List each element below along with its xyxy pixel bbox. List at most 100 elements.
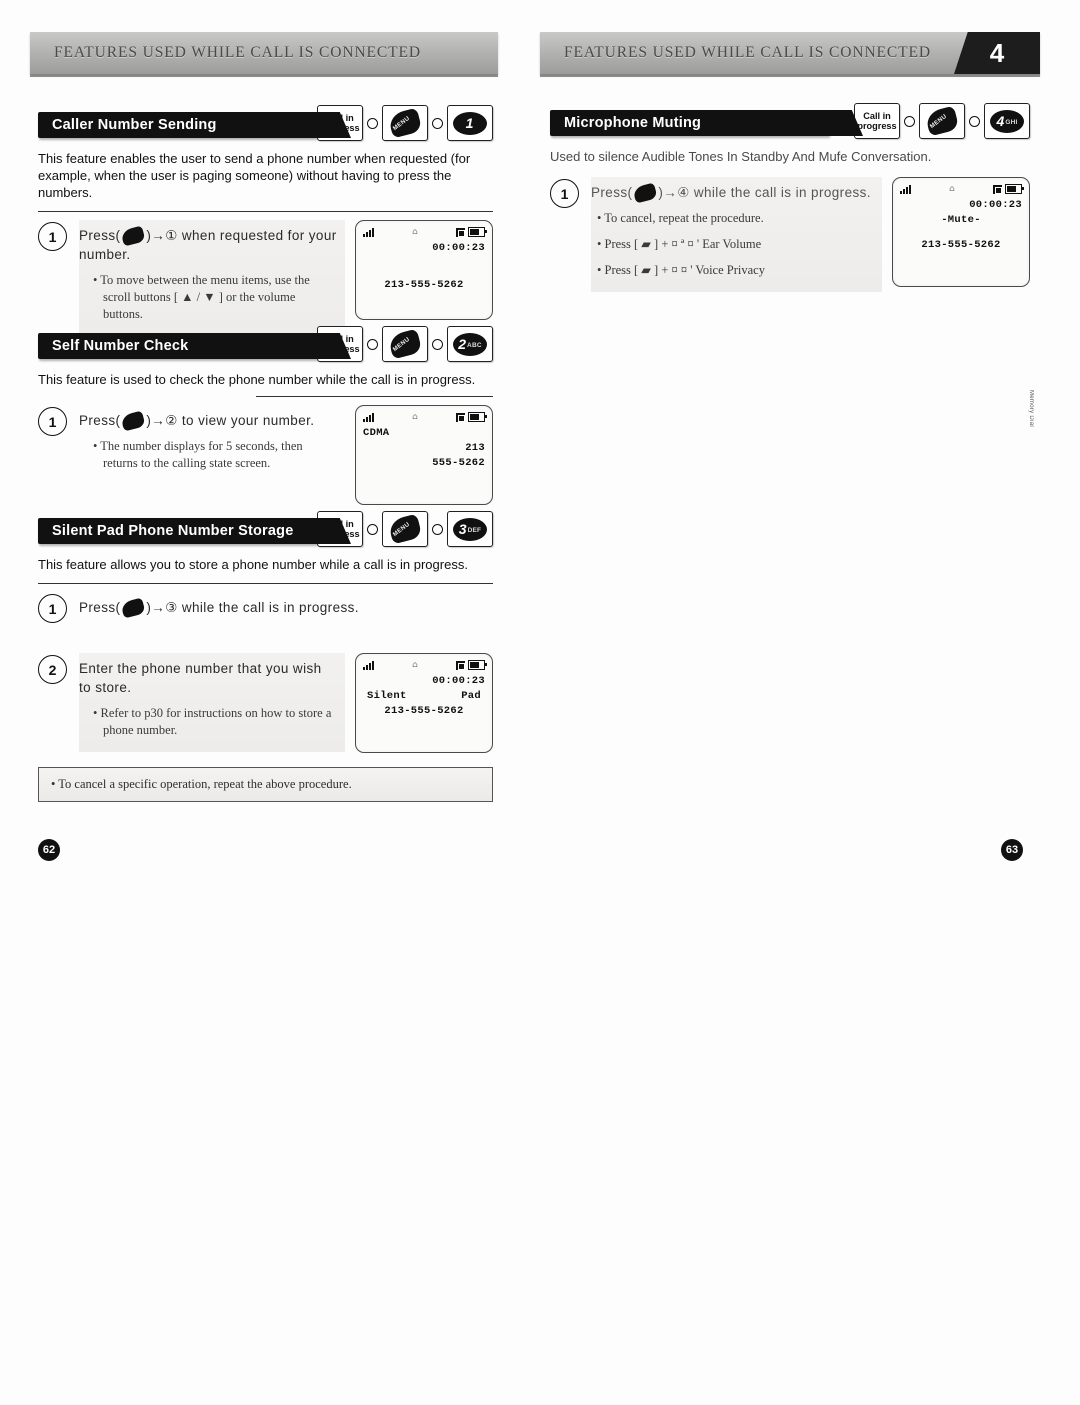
- key-menu: [382, 105, 428, 141]
- running-header-title-right: FEATURES USED WHILE CALL IS CONNECTED: [564, 44, 931, 61]
- signal-bars-icon: [363, 227, 374, 237]
- key-connector-icon: [432, 338, 443, 350]
- numeric-key-icon: 3 DEF: [453, 517, 487, 541]
- menu-key-icon: [120, 410, 147, 432]
- section-caller-number-sending: Caller Number Sending Call in progress: [38, 105, 493, 336]
- phone-screen-caller-number-sending: ⌂ 00:00:23 213-555-5262: [355, 220, 493, 320]
- section-header-row: Self Number Check Call in progress: [38, 326, 493, 362]
- step-number: 1: [38, 222, 67, 251]
- step-number: 1: [38, 407, 67, 436]
- key-menu: [382, 326, 428, 362]
- key-connector-icon: [367, 117, 378, 129]
- battery-icon: [468, 412, 487, 422]
- lcd-phone-number: 555-5262: [432, 457, 485, 469]
- lcd-status-bar: ⌂: [363, 226, 487, 238]
- signal-bars-icon: [900, 184, 911, 194]
- step-body: Press()→① when requested for your number…: [79, 220, 345, 336]
- step-instruction: Press()→① when requested for your number…: [79, 225, 337, 264]
- phone-screen-silent-pad: ⌂ 00:00:23 Silent Pad 213-555-5262: [355, 653, 493, 753]
- section-self-number-check: Self Number Check Call in progress: [38, 326, 493, 505]
- step-bullets: • To move between the menu items, use th…: [79, 272, 337, 323]
- section-description: This feature allows you to store a phone…: [38, 557, 468, 572]
- numeric-key-icon: 4 GHI: [990, 109, 1024, 133]
- section-silent-pad-phone-number-storage: Silent Pad Phone Number Storage Call in …: [38, 511, 493, 802]
- running-header-left: FEATURES USED WHILE CALL IS CONNECTED: [30, 32, 498, 74]
- numeric-key-icon: 2 ABC: [453, 332, 487, 356]
- lcd-mute-indicator: -Mute-: [941, 214, 981, 226]
- section-description: This feature enables the user to send a …: [38, 151, 471, 200]
- step-instruction: Enter the phone number that you wish to …: [79, 661, 322, 695]
- section-header-row: Silent Pad Phone Number Storage Call in …: [38, 511, 493, 547]
- step-bullets: • Refer to p30 for instructions on how t…: [79, 705, 337, 739]
- section-header-row: Caller Number Sending Call in progress: [38, 105, 493, 141]
- menu-key-icon: [387, 513, 423, 545]
- step-body: Press()→④ while the call is in progress.…: [591, 177, 882, 292]
- page-footer-note: • To cancel a specific operation, repeat…: [38, 767, 493, 802]
- phone-screen-self-number-check: ⌂ CDMA 213 555-5262: [355, 405, 493, 505]
- bullet-item: • Press [ ▰ ] + ¤ ¤ ' Voice Privacy: [597, 263, 765, 277]
- key-digit-3: 3 DEF: [447, 511, 493, 547]
- step-body: Press()→③ while the call is in progress.: [79, 592, 493, 627]
- step-row: 1 Press()→① when requested for your numb…: [38, 220, 493, 336]
- numeric-key-icon: 1: [453, 111, 487, 135]
- menu-key-icon: [120, 225, 147, 247]
- lcd-status-bar: ⌂: [900, 183, 1024, 195]
- roaming-icon: ⌂: [412, 412, 418, 422]
- message-icon: [456, 412, 465, 422]
- key-connector-icon: [367, 523, 378, 535]
- lcd-call-timer: 00:00:23: [432, 675, 485, 687]
- key-sequence-microphone-muting: Call in progress 4 GHI: [854, 103, 1030, 139]
- header-underline-right: [540, 74, 1040, 77]
- bullet-item: • Refer to p30 for instructions on how t…: [93, 706, 332, 737]
- bullet-item: • To move between the menu items, use th…: [93, 273, 310, 321]
- step-bullets: • The number displays for 5 seconds, the…: [79, 438, 337, 472]
- key-connector-icon: [969, 115, 980, 127]
- bullet-item: • The number displays for 5 seconds, the…: [93, 439, 303, 470]
- step-number: 1: [550, 179, 579, 208]
- step-row: 1 Press()→② to view your number. • The n…: [38, 405, 493, 505]
- lcd-silent-pad-labels: Silent Pad: [363, 689, 485, 704]
- signal-bars-icon: [363, 660, 374, 670]
- message-icon: [993, 184, 1002, 194]
- step-instruction: Press()→④ while the call is in progress.: [591, 182, 874, 204]
- lcd-status-bar: ⌂: [363, 411, 487, 423]
- running-header-title-left: FEATURES USED WHILE CALL IS CONNECTED: [54, 44, 421, 61]
- section-microphone-muting: Microphone Muting Call in progress MENU …: [550, 103, 1030, 292]
- battery-icon: [1005, 184, 1024, 194]
- lcd-phone-number: 213-555-5262: [384, 705, 464, 717]
- bullet-item: • Press [ ▰ ] + ¤ ª ¤ ' Ear Volume: [597, 237, 762, 251]
- menu-key-icon: [120, 597, 147, 619]
- step-instruction: Press()→② to view your number.: [79, 410, 337, 432]
- key-connector-icon: [367, 338, 378, 350]
- section-header-row: Microphone Muting Call in progress MENU …: [550, 103, 1030, 139]
- running-header-right: FEATURES USED WHILE CALL IS CONNECTED 4: [540, 32, 1040, 74]
- message-icon: [456, 660, 465, 670]
- page-number-right: 63: [1001, 839, 1023, 861]
- lcd-status-bar: ⌂: [363, 659, 487, 671]
- section-title-microphone-muting: Microphone Muting: [550, 110, 829, 136]
- scanned-page-background: FEATURES USED WHILE CALL IS CONNECTED Ca…: [0, 0, 1080, 1405]
- key-connector-icon: [432, 117, 443, 129]
- key-digit-2: 2 ABC: [447, 326, 493, 362]
- step-number: 2: [38, 655, 67, 684]
- roaming-icon: ⌂: [412, 227, 418, 237]
- header-underline-left: [30, 74, 498, 77]
- lcd-call-timer: 00:00:23: [969, 199, 1022, 211]
- chapter-tab: 4: [954, 32, 1040, 74]
- phone-screen-microphone-muting: ⌂ 00:00:23 -Mute- 213-555-5262: [892, 177, 1030, 287]
- key-menu: [382, 511, 428, 547]
- lcd-phone-number: 213-555-5262: [384, 279, 464, 291]
- key-digit-1: 1: [447, 105, 493, 141]
- menu-key-icon: [924, 105, 960, 137]
- roaming-icon: ⌂: [412, 660, 418, 670]
- key-connector-icon: [904, 115, 915, 127]
- divider: [38, 583, 493, 584]
- bullet-item: • To cancel, repeat the procedure.: [597, 211, 764, 225]
- step-row: 2 Enter the phone number that you wish t…: [38, 653, 493, 753]
- step-body: Enter the phone number that you wish to …: [79, 653, 345, 752]
- page-number-left: 62: [38, 839, 60, 861]
- step-row: 1 Press()→③ while the call is in progres…: [38, 592, 493, 627]
- battery-icon: [468, 227, 487, 237]
- lcd-network-mode: CDMA: [363, 427, 390, 439]
- menu-key-icon: [387, 107, 423, 139]
